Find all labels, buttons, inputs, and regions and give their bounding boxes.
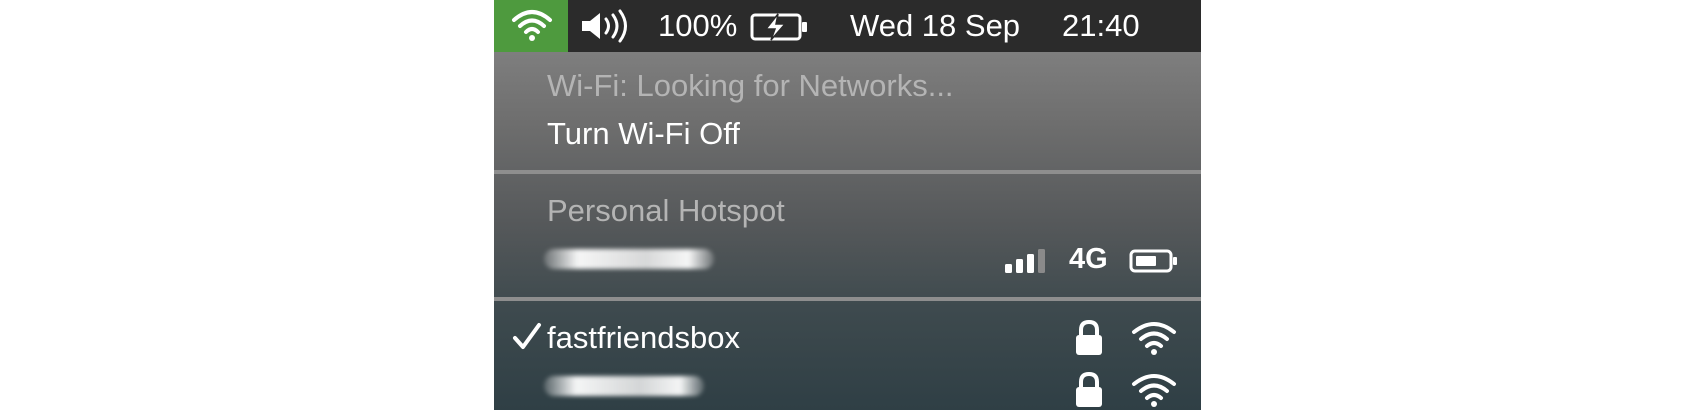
redacted-network-name[interactable]: [544, 376, 704, 396]
signal-bar: [1005, 264, 1012, 273]
volume-icon[interactable]: [579, 9, 637, 43]
wifi-signal-icon: [1132, 374, 1176, 407]
turn-wifi-off-item[interactable]: Turn Wi-Fi Off: [547, 116, 740, 152]
battery-percentage[interactable]: 100%: [658, 8, 737, 44]
signal-bar: [1038, 249, 1045, 273]
menu-divider: [494, 170, 1201, 174]
redacted-hotspot-name[interactable]: [544, 249, 714, 269]
signal-bar: [1027, 254, 1034, 273]
cellular-signal-icon: [1005, 249, 1045, 273]
menubar-date[interactable]: Wed 18 Sep: [850, 8, 1020, 44]
wifi-signal-icon: [1132, 322, 1176, 355]
menu-bar: 100% Wed 18 Sep 21:40: [494, 0, 1201, 52]
wifi-status-label: Wi-Fi: Looking for Networks...: [547, 68, 954, 103]
lock-icon: [1076, 372, 1102, 407]
wifi-menu-extra[interactable]: [494, 0, 568, 52]
menu-divider: [494, 297, 1201, 301]
network-type-label: 4G: [1069, 243, 1108, 275]
lock-icon: [1076, 320, 1102, 355]
menubar-time[interactable]: 21:40: [1062, 8, 1140, 44]
wifi-icon: [512, 10, 552, 41]
checkmark-icon: [513, 323, 541, 349]
signal-bar: [1016, 259, 1023, 273]
personal-hotspot-header: Personal Hotspot: [547, 193, 785, 228]
network-item-fastfriendsbox[interactable]: fastfriendsbox: [547, 320, 740, 356]
battery-icon: [1129, 249, 1177, 273]
battery-charging-icon[interactable]: [750, 12, 810, 42]
wifi-menu-screenshot: 100% Wed 18 Sep 21:40 Wi-Fi: Looking for…: [494, 0, 1201, 410]
